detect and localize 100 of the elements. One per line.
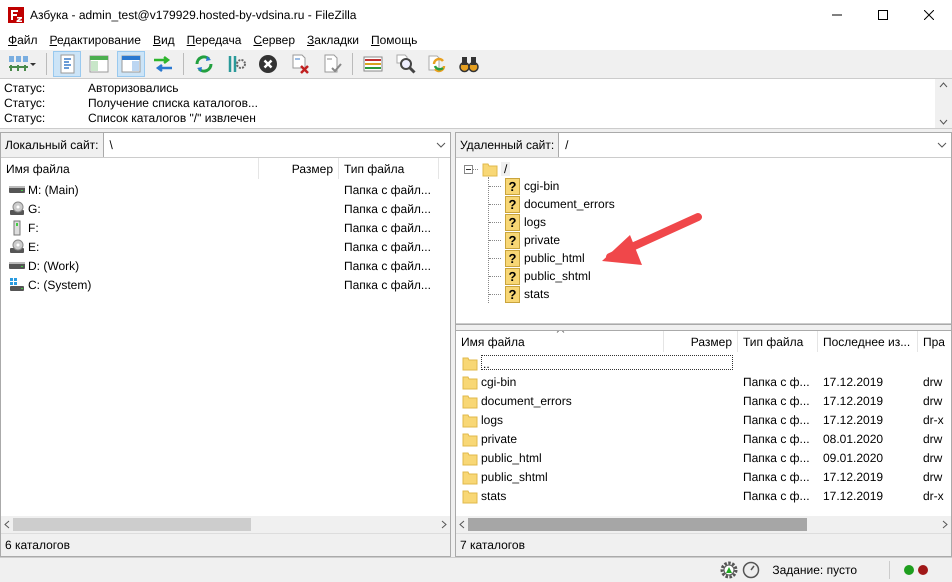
path-field[interactable]: \ bbox=[104, 133, 436, 157]
file-type: Папка с ф... bbox=[743, 470, 810, 484]
column-header[interactable]: Пра bbox=[918, 331, 951, 352]
column-header[interactable]: Последнее из... bbox=[818, 331, 918, 352]
file-name[interactable]: D: (Work) bbox=[28, 258, 80, 272]
column-header[interactable]: Размер bbox=[259, 158, 339, 179]
folder-icon bbox=[462, 430, 478, 446]
file-name[interactable]: public_html bbox=[481, 450, 542, 464]
file-name[interactable]: F: bbox=[28, 220, 39, 234]
scroll-up-icon[interactable] bbox=[939, 82, 948, 88]
folder-icon bbox=[462, 450, 478, 466]
log-label: Статус: bbox=[4, 96, 46, 110]
file-name[interactable]: M: (Main) bbox=[28, 182, 79, 196]
dropdown-caret-icon[interactable] bbox=[436, 142, 446, 148]
modified-date: 17.12.2019 bbox=[823, 488, 884, 502]
file-name[interactable]: cgi-bin bbox=[481, 374, 516, 388]
menu-item[interactable]: Файл bbox=[2, 33, 44, 47]
tree-item[interactable]: / bbox=[501, 162, 510, 176]
status-text: 6 каталогов bbox=[1, 533, 450, 556]
scroll-right-icon[interactable] bbox=[942, 520, 948, 529]
close-icon[interactable] bbox=[924, 10, 934, 20]
file-name[interactable]: .. bbox=[481, 355, 733, 370]
file-name[interactable]: document_errors bbox=[481, 394, 572, 408]
modified-date: 17.12.2019 bbox=[823, 412, 884, 426]
window-title: Азбука - admin_test@v179929.hosted-by-vdsina.ru - FileZilla bbox=[30, 8, 358, 22]
scroll-left-icon[interactable] bbox=[459, 520, 465, 529]
file-type: Папка с файл... bbox=[344, 258, 431, 272]
folder-icon bbox=[462, 354, 478, 370]
file-name[interactable]: E: bbox=[28, 240, 40, 254]
unknown-folder-icon: ? bbox=[505, 232, 520, 248]
gear-icon[interactable] bbox=[720, 561, 738, 579]
column-header[interactable]: Имя файла bbox=[1, 158, 259, 179]
file-type: Папка с ф... bbox=[743, 450, 810, 464]
scroll-left-icon[interactable] bbox=[4, 520, 10, 529]
file-type: Папка с файл... bbox=[344, 202, 431, 216]
column-header[interactable]: Размер bbox=[664, 331, 738, 352]
site-label: Удаленный сайт: bbox=[456, 133, 560, 157]
scroll-right-icon[interactable] bbox=[441, 520, 447, 529]
scrollbar-thumb[interactable] bbox=[13, 518, 251, 531]
permissions: drw bbox=[923, 432, 942, 446]
tree-item[interactable]: public_shtml bbox=[524, 269, 591, 283]
permissions: drw bbox=[923, 450, 942, 464]
menu-item[interactable]: Помощь bbox=[364, 33, 424, 47]
tree-item[interactable]: private bbox=[524, 233, 560, 247]
modified-date: 17.12.2019 bbox=[823, 374, 884, 388]
log-message: Список каталогов "/" извлечен bbox=[88, 111, 256, 126]
tree-item[interactable]: cgi-bin bbox=[524, 179, 560, 193]
file-type: Папка с файл... bbox=[344, 182, 431, 196]
menu-item[interactable]: Закладки bbox=[301, 33, 365, 47]
tree-item[interactable]: stats bbox=[524, 287, 550, 301]
disc-drive-icon bbox=[9, 238, 25, 254]
unknown-folder-icon: ? bbox=[505, 250, 520, 266]
folder-icon bbox=[462, 468, 478, 484]
modified-date: 08.01.2020 bbox=[823, 432, 884, 446]
tree-item[interactable]: public_html bbox=[524, 251, 585, 265]
file-type: Папка с ф... bbox=[743, 432, 810, 446]
drive-icon bbox=[9, 186, 25, 193]
scrollbar-thumb[interactable] bbox=[468, 518, 808, 531]
file-name[interactable]: private bbox=[481, 432, 518, 446]
menu-item[interactable]: Редактирование bbox=[44, 33, 147, 47]
file-type: Папка с ф... bbox=[743, 412, 810, 426]
menu-item[interactable]: Вид bbox=[146, 33, 181, 47]
dropdown-caret-icon[interactable] bbox=[937, 142, 947, 148]
tree-item[interactable]: document_errors bbox=[524, 197, 615, 211]
permissions: dr-x bbox=[923, 412, 944, 426]
menu-item[interactable]: Сервер bbox=[247, 33, 302, 47]
permissions: drw bbox=[923, 394, 942, 408]
disc-drive-icon bbox=[9, 200, 25, 216]
collapse-icon[interactable] bbox=[464, 164, 479, 174]
modified-date: 17.12.2019 bbox=[823, 470, 884, 484]
file-name[interactable]: public_shtml bbox=[481, 470, 548, 484]
log-message: Получение списка каталогов... bbox=[88, 96, 258, 110]
permissions: drw bbox=[923, 374, 942, 388]
file-type: Папка с файл... bbox=[344, 278, 431, 292]
folder-icon bbox=[462, 412, 478, 428]
unknown-folder-icon: ? bbox=[505, 286, 520, 302]
maximize-icon[interactable] bbox=[878, 10, 888, 20]
log-label: Статус: bbox=[4, 80, 46, 95]
gauge-icon[interactable] bbox=[742, 561, 760, 579]
menu-item[interactable]: Передача bbox=[180, 33, 248, 47]
folder-icon bbox=[462, 392, 478, 408]
column-header[interactable]: Тип файла bbox=[339, 158, 439, 179]
status-text: 7 каталогов bbox=[456, 533, 951, 556]
permissions: dr-x bbox=[923, 488, 944, 502]
tree-item[interactable]: logs bbox=[524, 215, 546, 229]
queue-status: Задание: пусто bbox=[772, 563, 857, 577]
column-header[interactable]: Тип файла bbox=[738, 331, 818, 352]
scroll-down-icon[interactable] bbox=[939, 119, 948, 125]
drive-icon bbox=[9, 262, 25, 269]
unknown-folder-icon: ? bbox=[505, 268, 520, 284]
file-name[interactable]: G: bbox=[28, 202, 41, 216]
file-name[interactable]: stats bbox=[481, 488, 506, 502]
column-header[interactable]: Имя файла bbox=[456, 331, 664, 352]
file-name[interactable]: C: (System) bbox=[28, 278, 92, 292]
file-type: Папка с ф... bbox=[743, 394, 810, 408]
file-name[interactable]: logs bbox=[481, 412, 504, 426]
app-logo-icon bbox=[8, 7, 24, 23]
system-drive-icon bbox=[9, 276, 25, 292]
path-field[interactable]: / bbox=[559, 133, 937, 157]
log-label: Статус: bbox=[4, 111, 46, 126]
